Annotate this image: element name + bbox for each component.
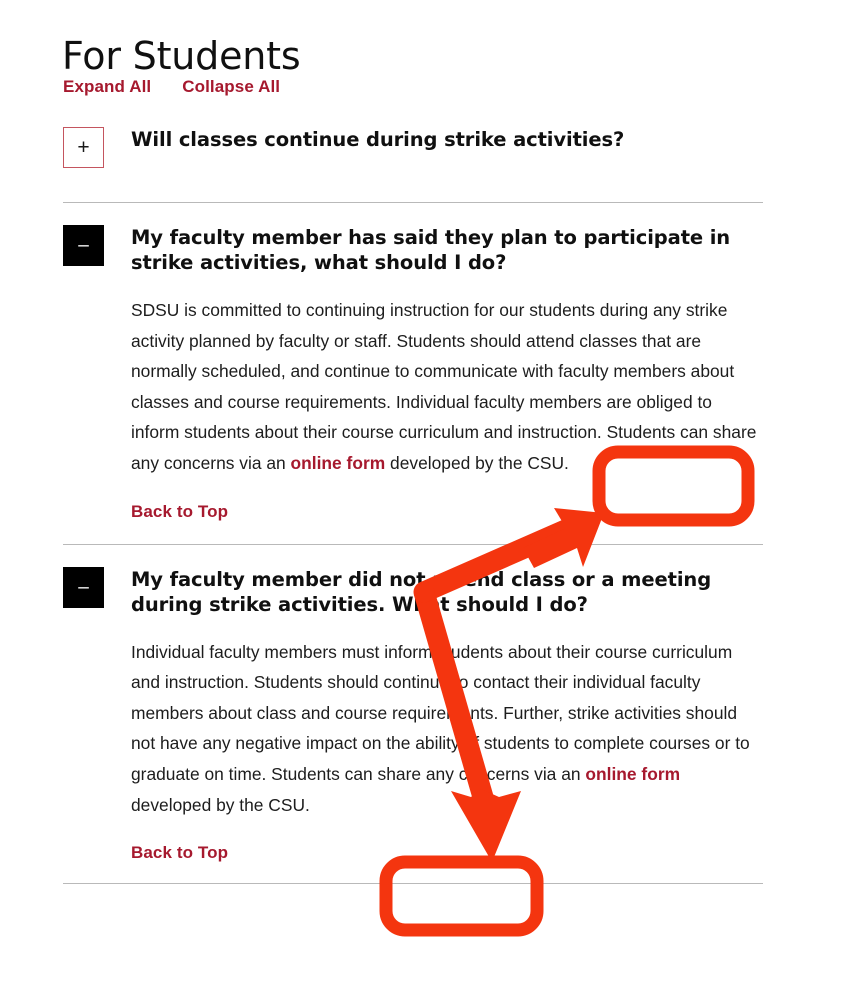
online-form-link-1[interactable]: online form [291,453,386,473]
divider-3 [63,883,763,885]
online-form-link-2[interactable]: online form [585,764,680,784]
accordion-answer-2: SDSU is committed to continuing instruct… [131,295,759,479]
plus-icon[interactable]: + [63,127,104,168]
accordion-body-2: SDSU is committed to continuing instruct… [131,295,759,522]
accordion-header-2[interactable]: – My faculty member has said they plan t… [63,225,763,275]
answer-text-part-1: SDSU is committed to continuing instruct… [131,300,757,473]
accordion-question-2: My faculty member has said they plan to … [131,226,731,274]
accordion-question-1: Will classes continue during strike acti… [131,128,625,151]
answer-text-part-2: developed by the CSU. [131,794,310,815]
minus-icon[interactable]: – [63,225,104,266]
page-title: For Students [62,34,301,79]
collapse-all-link[interactable]: Collapse All [182,77,280,97]
accordion-body-3: Individual faculty members must inform s… [131,637,759,864]
minus-icon[interactable]: – [63,566,104,608]
faq-page: For Students Expand All Collapse All + W… [0,0,863,1000]
accordion-header-1[interactable]: + Will classes continue during strike ac… [63,127,763,168]
accordion-item-2: – My faculty member has said they plan t… [0,203,863,544]
faq-accordion: + Will classes continue during strike ac… [0,127,863,885]
accordion-controls: Expand All Collapse All [63,77,280,97]
expand-all-link[interactable]: Expand All [63,77,151,97]
accordion-question-3: My faculty member did not attend class o… [131,567,712,616]
accordion-item-3: – My faculty member did not attend class… [0,545,863,884]
back-to-top-link-2[interactable]: Back to Top [131,843,228,863]
accordion-answer-3: Individual faculty members must inform s… [131,637,759,821]
answer-text-part-2: developed by the CSU. [385,452,569,473]
answer-text-part-1: Individual faculty members must inform s… [131,641,750,784]
accordion-header-3[interactable]: – My faculty member did not attend class… [63,566,763,617]
back-to-top-link-1[interactable]: Back to Top [131,502,228,522]
accordion-item-1: + Will classes continue during strike ac… [0,127,863,202]
